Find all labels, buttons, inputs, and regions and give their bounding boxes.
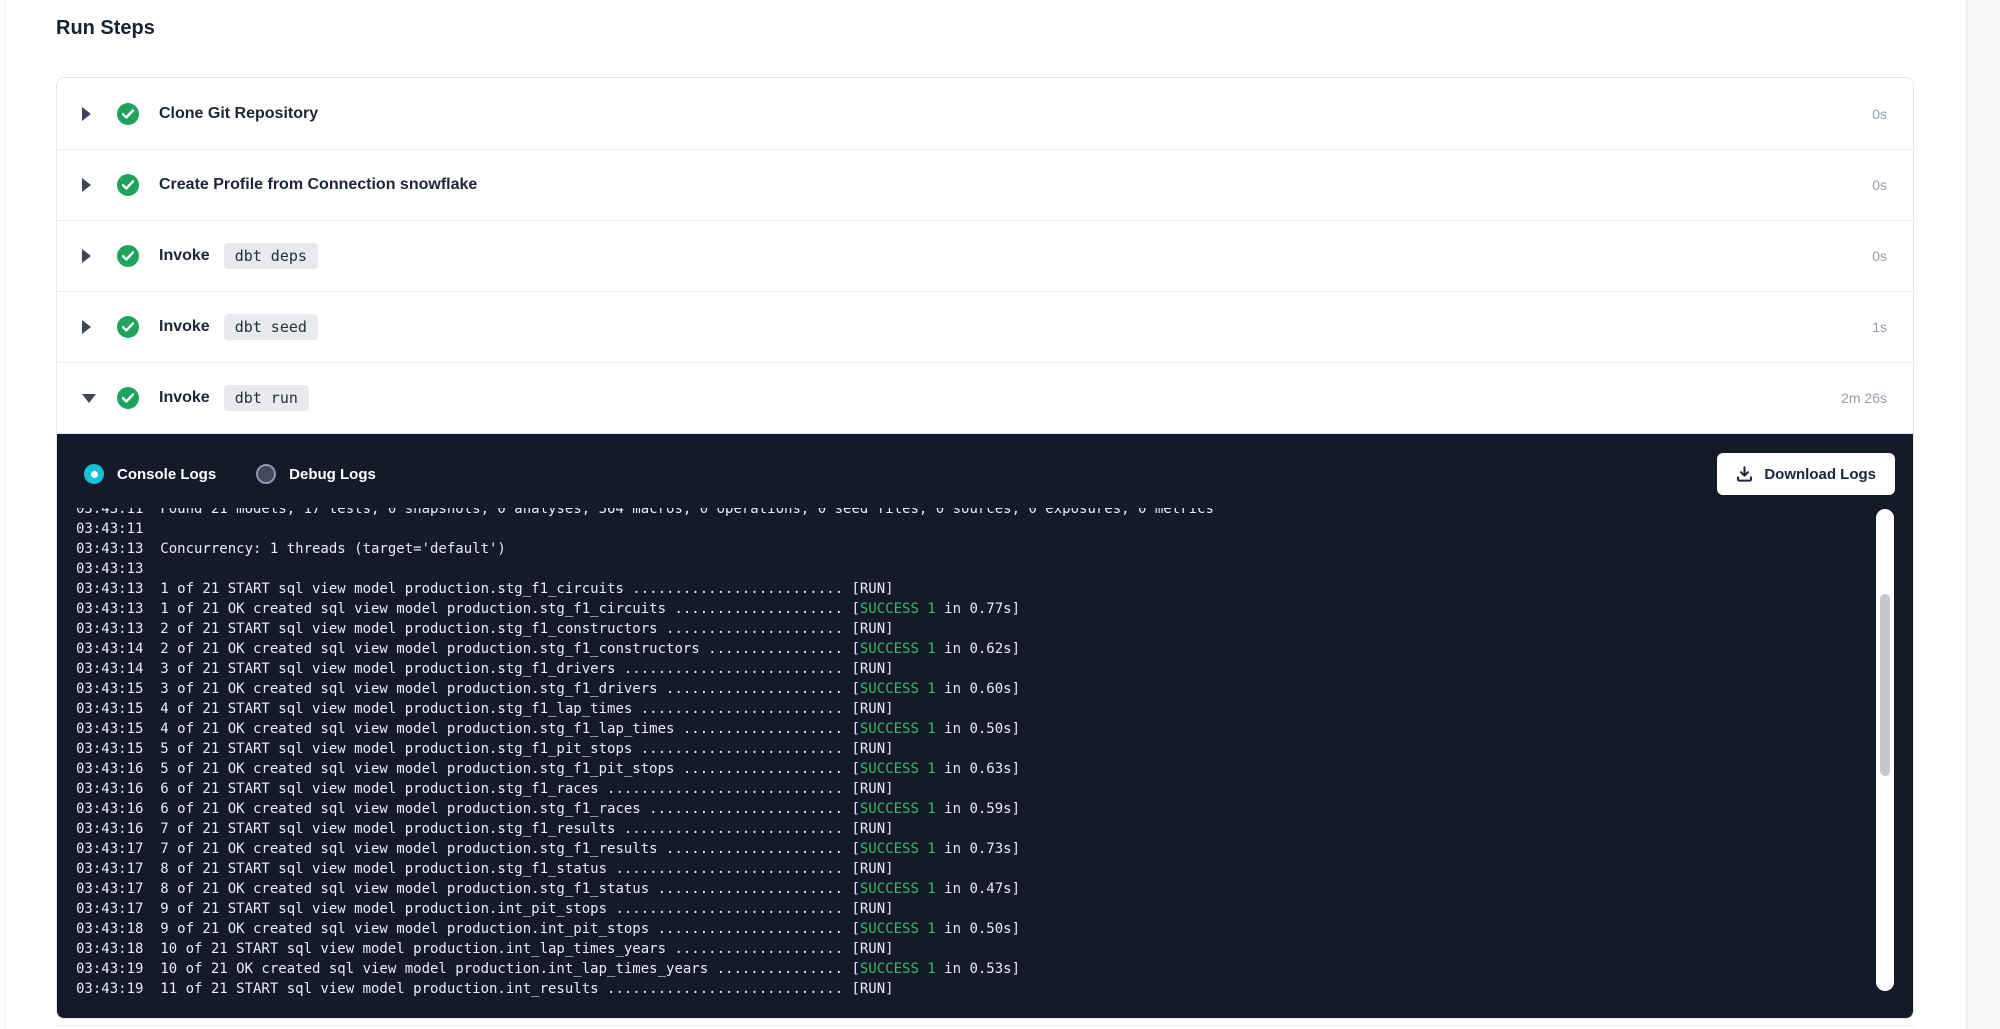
page-right-gutter xyxy=(1966,0,2000,1029)
log-panel-header: Console Logs Debug Logs Download Logs xyxy=(57,434,1913,504)
log-line: 03:43:13 xyxy=(76,559,1863,579)
log-line: 03:43:11 Found 21 models, 17 tests, 0 sn… xyxy=(76,508,1863,519)
log-scrollbar-thumb[interactable] xyxy=(1880,594,1890,776)
step-row[interactable]: Invoke dbt deps 0s xyxy=(57,220,1913,291)
log-line: 03:43:13 2 of 21 START sql view model pr… xyxy=(76,619,1863,639)
radio-unselected-icon[interactable] xyxy=(256,464,276,484)
step-command-badge: dbt deps xyxy=(224,243,318,269)
log-line: 03:43:16 7 of 21 START sql view model pr… xyxy=(76,819,1863,839)
log-line: 03:43:19 10 of 21 OK created sql view mo… xyxy=(76,959,1863,979)
log-line: 03:43:18 10 of 21 START sql view model p… xyxy=(76,939,1863,959)
run-steps-card: Clone Git Repository 0s Create Profile f… xyxy=(56,77,1914,1019)
log-line: 03:43:13 1 of 21 OK created sql view mod… xyxy=(76,599,1863,619)
log-line: 03:43:15 5 of 21 START sql view model pr… xyxy=(76,739,1863,759)
run-steps-section: Run Steps Clone Git Repository 0s Create… xyxy=(56,0,1914,1026)
step-label: Invoke xyxy=(159,247,210,265)
step-duration: 0s xyxy=(1872,248,1887,264)
success-check-icon xyxy=(117,387,139,409)
log-line: 03:43:17 9 of 21 START sql view model pr… xyxy=(76,899,1863,919)
success-check-icon xyxy=(117,174,139,196)
expand-caret-icon[interactable] xyxy=(82,394,96,403)
step-row[interactable]: Invoke dbt seed 1s xyxy=(57,291,1913,362)
log-line: 03:43:15 4 of 21 START sql view model pr… xyxy=(76,699,1863,719)
log-line: 03:43:15 3 of 21 OK created sql view mod… xyxy=(76,679,1863,699)
expand-caret-icon[interactable] xyxy=(82,320,96,334)
log-line: 03:43:13 Concurrency: 1 threads (target=… xyxy=(76,539,1863,559)
step-label: Create Profile from Connection snowflake xyxy=(159,176,477,194)
next-section-divider xyxy=(56,1025,1914,1026)
console-log-panel: Console Logs Debug Logs Download Logs xyxy=(57,433,1913,1018)
success-check-icon xyxy=(117,245,139,267)
log-line: 03:43:17 8 of 21 OK created sql view mod… xyxy=(76,879,1863,899)
expand-caret-icon[interactable] xyxy=(82,107,96,121)
step-duration: 2m 26s xyxy=(1841,390,1887,406)
tab-debug-logs[interactable]: Debug Logs xyxy=(256,464,376,484)
log-line: 03:43:17 8 of 21 START sql view model pr… xyxy=(76,859,1863,879)
log-line: 03:43:19 11 of 21 START sql view model p… xyxy=(76,979,1863,999)
step-duration: 0s xyxy=(1872,106,1887,122)
log-line: 03:43:15 4 of 21 OK created sql view mod… xyxy=(76,719,1863,739)
step-duration: 1s xyxy=(1872,319,1887,335)
download-logs-label: Download Logs xyxy=(1764,466,1876,483)
page-left-edge xyxy=(4,0,5,1029)
log-line: 03:43:16 6 of 21 OK created sql view mod… xyxy=(76,799,1863,819)
page-title: Run Steps xyxy=(56,0,1914,43)
steps-list: Clone Git Repository 0s Create Profile f… xyxy=(57,78,1913,433)
console-log-output: 03:43:11 Found 21 models, 17 tests, 0 sn… xyxy=(76,508,1863,999)
log-line: 03:43:16 5 of 21 OK created sql view mod… xyxy=(76,759,1863,779)
step-duration: 0s xyxy=(1872,177,1887,193)
success-check-icon xyxy=(117,103,139,125)
step-row[interactable]: Clone Git Repository 0s xyxy=(57,78,1913,149)
step-label: Invoke xyxy=(159,389,210,407)
log-line: 03:43:14 3 of 21 START sql view model pr… xyxy=(76,659,1863,679)
success-check-icon xyxy=(117,316,139,338)
step-label: Clone Git Repository xyxy=(159,105,318,123)
log-line: 03:43:11 xyxy=(76,519,1863,539)
download-logs-button[interactable]: Download Logs xyxy=(1717,453,1895,495)
step-command-badge: dbt run xyxy=(224,385,309,411)
log-scrollbar-track[interactable] xyxy=(1876,509,1894,991)
log-line: 03:43:18 9 of 21 OK created sql view mod… xyxy=(76,919,1863,939)
tab-debug-logs-label: Debug Logs xyxy=(289,466,376,483)
expand-caret-icon[interactable] xyxy=(82,178,96,192)
step-row[interactable]: Invoke dbt run 2m 26s xyxy=(57,362,1913,433)
log-viewport: 03:43:11 Found 21 models, 17 tests, 0 sn… xyxy=(76,508,1863,1014)
download-icon xyxy=(1736,466,1753,483)
radio-selected-icon[interactable] xyxy=(84,464,104,484)
log-line: 03:43:17 7 of 21 OK created sql view mod… xyxy=(76,839,1863,859)
step-label: Invoke xyxy=(159,318,210,336)
tab-console-logs-label: Console Logs xyxy=(117,466,216,483)
log-line: 03:43:13 1 of 21 START sql view model pr… xyxy=(76,579,1863,599)
expand-caret-icon[interactable] xyxy=(82,249,96,263)
step-row[interactable]: Create Profile from Connection snowflake… xyxy=(57,149,1913,220)
step-command-badge: dbt seed xyxy=(224,314,318,340)
log-line: 03:43:14 2 of 21 OK created sql view mod… xyxy=(76,639,1863,659)
log-line: 03:43:16 6 of 21 START sql view model pr… xyxy=(76,779,1863,799)
tab-console-logs[interactable]: Console Logs xyxy=(84,464,216,484)
